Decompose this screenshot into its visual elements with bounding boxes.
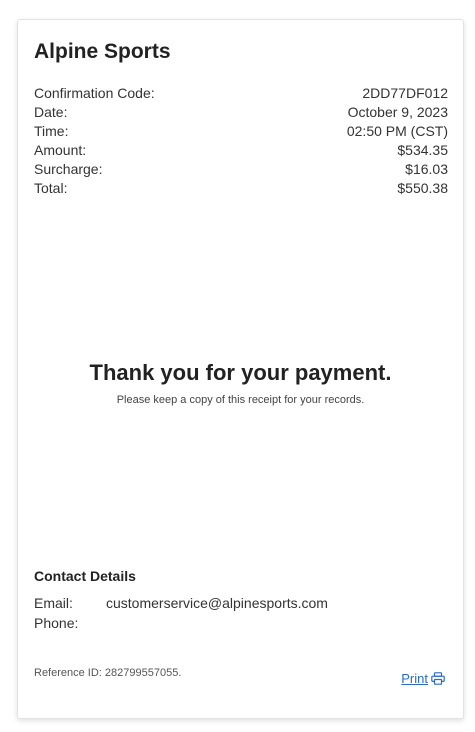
detail-label: Surcharge: [34,161,103,177]
phone-label: Phone: [34,615,79,631]
detail-label: Confirmation Code: [34,85,155,101]
contact-email-row: Email: customerservice@alpinesports.com [34,593,448,613]
detail-label: Date: [34,104,68,120]
detail-value: October 9, 2023 [347,104,448,120]
thank-you-subtitle: Please keep a copy of this receipt for y… [116,394,365,406]
detail-value: $534.35 [397,142,448,158]
merchant-name: Alpine Sports [34,40,171,63]
detail-label: Time: [34,123,69,139]
detail-row-surcharge: Surcharge: $16.03 [34,160,448,179]
receipt-details: Confirmation Code: 2DD77DF012 Date: Octo… [34,84,448,198]
detail-row-time: Time: 02:50 PM (CST) [34,122,448,141]
detail-row-total: Total: $550.38 [34,179,448,198]
print-link[interactable]: Print [401,671,445,686]
detail-value: 2DD77DF012 [362,85,448,101]
thank-you-heading: Thank you for your payment. [89,360,392,385]
email-label: Email: [34,595,73,611]
detail-value: $16.03 [405,161,448,177]
detail-label: Total: [34,180,68,196]
printer-icon [431,672,445,685]
contact-phone-row: Phone: [34,613,448,633]
print-label: Print [401,671,428,686]
detail-label: Amount: [34,142,87,158]
detail-row-date: Date: October 9, 2023 [34,103,448,122]
receipt-card: Alpine Sports Confirmation Code: 2DD77DF… [17,19,464,719]
detail-row-confirmation-code: Confirmation Code: 2DD77DF012 [34,84,448,103]
reference-id: Reference ID: 282799557055. [34,667,182,679]
detail-value: 02:50 PM (CST) [346,123,448,139]
email-value: customerservice@alpinesports.com [106,595,328,611]
contact-details-heading: Contact Details [34,568,136,584]
detail-row-amount: Amount: $534.35 [34,141,448,160]
thank-you-section: Thank you for your payment. Please keep … [18,360,463,406]
contact-details: Contact Details Email: customerservice@a… [34,568,448,633]
detail-value: $550.38 [397,180,448,196]
